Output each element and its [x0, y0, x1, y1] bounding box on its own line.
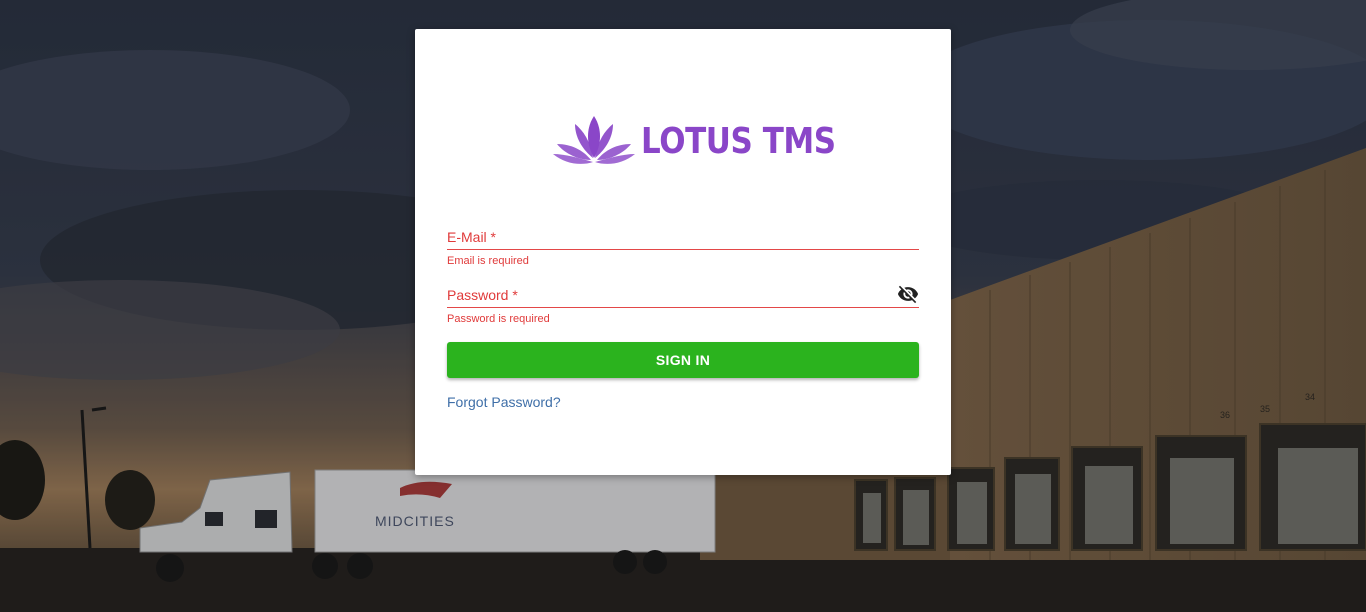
email-error: Email is required: [447, 255, 529, 267]
password-error: Password is required: [447, 313, 550, 325]
password-field-group: Password * Password is required: [447, 283, 919, 325]
password-input[interactable]: [447, 283, 891, 309]
lotus-logo-icon: [553, 116, 635, 164]
brand-name: LOTUS TMS: [641, 120, 836, 162]
sign-in-button[interactable]: SIGN IN: [447, 342, 919, 378]
brand-logo: LOTUS TMS: [553, 113, 867, 169]
forgot-password-link[interactable]: Forgot Password?: [447, 394, 561, 410]
email-input[interactable]: [447, 225, 891, 251]
login-card: LOTUS TMS E-Mail * Email is required Pas…: [415, 29, 951, 475]
email-field-group: E-Mail * Email is required: [447, 225, 919, 267]
eye-off-icon[interactable]: [897, 283, 919, 305]
